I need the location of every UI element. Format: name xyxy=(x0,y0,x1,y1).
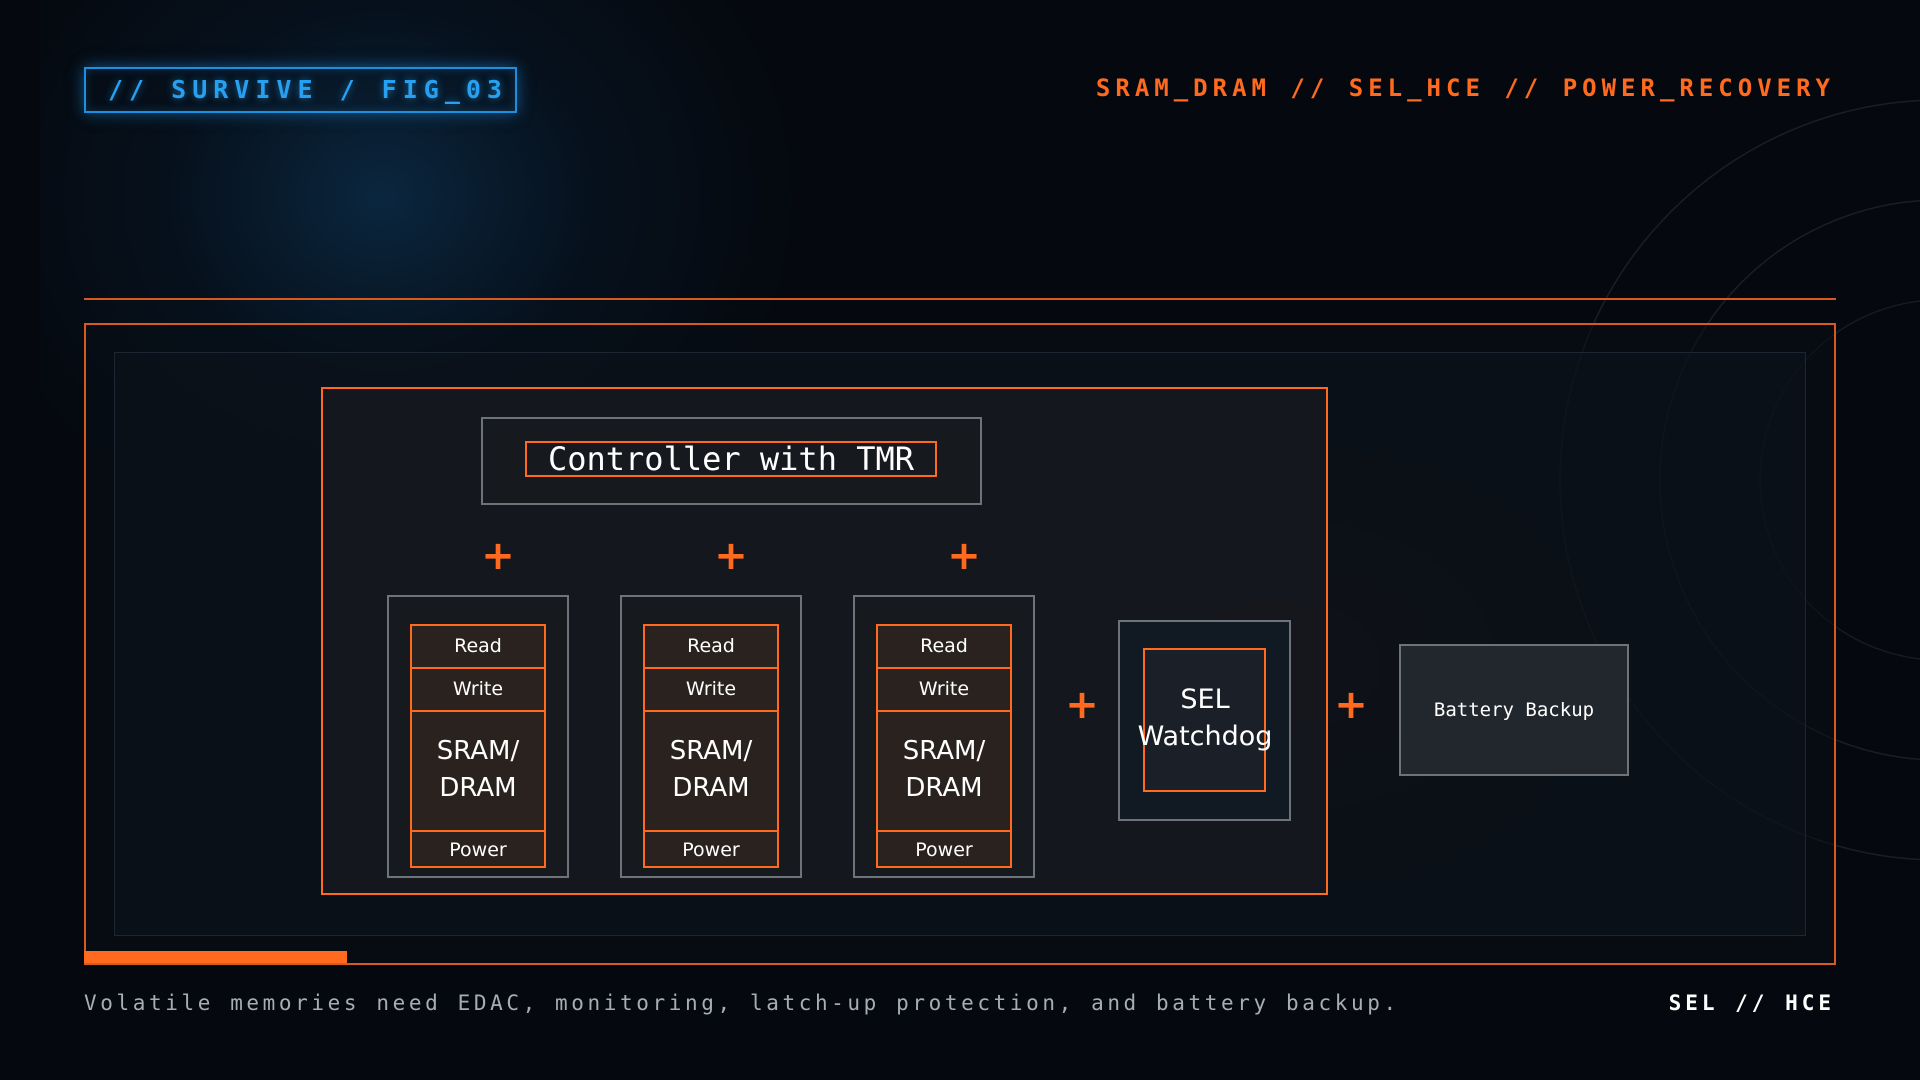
footer-tag: SEL // HCE xyxy=(1668,991,1835,1015)
top-divider xyxy=(84,298,1836,300)
memory-cell: SRAM/ DRAM xyxy=(412,712,544,832)
read-cell: Read xyxy=(645,626,777,669)
sel-watchdog-label: SEL Watchdog xyxy=(1137,684,1273,752)
memory-unit: Read Write SRAM/ DRAM Power xyxy=(387,595,569,878)
write-cell: Write xyxy=(645,669,777,712)
caption: Volatile memories need EDAC, monitoring,… xyxy=(84,991,1400,1015)
memory-stack: Read Write SRAM/ DRAM Power xyxy=(876,624,1012,868)
write-cell: Write xyxy=(878,669,1010,712)
memory-unit: Read Write SRAM/ DRAM Power xyxy=(620,595,802,878)
memory-stack: Read Write SRAM/ DRAM Power xyxy=(643,624,779,868)
topic-tags: SRAM_DRAM // SEL_HCE // POWER_RECOVERY xyxy=(1095,74,1835,102)
memory-cell: SRAM/ DRAM xyxy=(878,712,1010,832)
figure-tag: // SURVIVE / FIG_03 xyxy=(84,67,517,113)
memory-unit: Read Write SRAM/ DRAM Power xyxy=(853,595,1035,878)
memory-cell: SRAM/ DRAM xyxy=(645,712,777,832)
read-cell: Read xyxy=(878,626,1010,669)
power-cell: Power xyxy=(682,839,740,861)
read-cell: Read xyxy=(412,626,544,669)
plus-sign: + xyxy=(714,533,748,579)
plus-sign: + xyxy=(481,533,515,579)
plus-sign: + xyxy=(947,533,981,579)
battery-backup-box: Battery Backup xyxy=(1399,644,1629,776)
memory-stack: Read Write SRAM/ DRAM Power xyxy=(410,624,546,868)
plus-sign: + xyxy=(1065,682,1099,728)
progress-bar xyxy=(84,951,347,963)
controller-label: Controller with TMR xyxy=(525,441,937,477)
write-cell: Write xyxy=(412,669,544,712)
power-cell: Power xyxy=(915,839,973,861)
power-cell: Power xyxy=(449,839,507,861)
plus-sign: + xyxy=(1334,682,1368,728)
